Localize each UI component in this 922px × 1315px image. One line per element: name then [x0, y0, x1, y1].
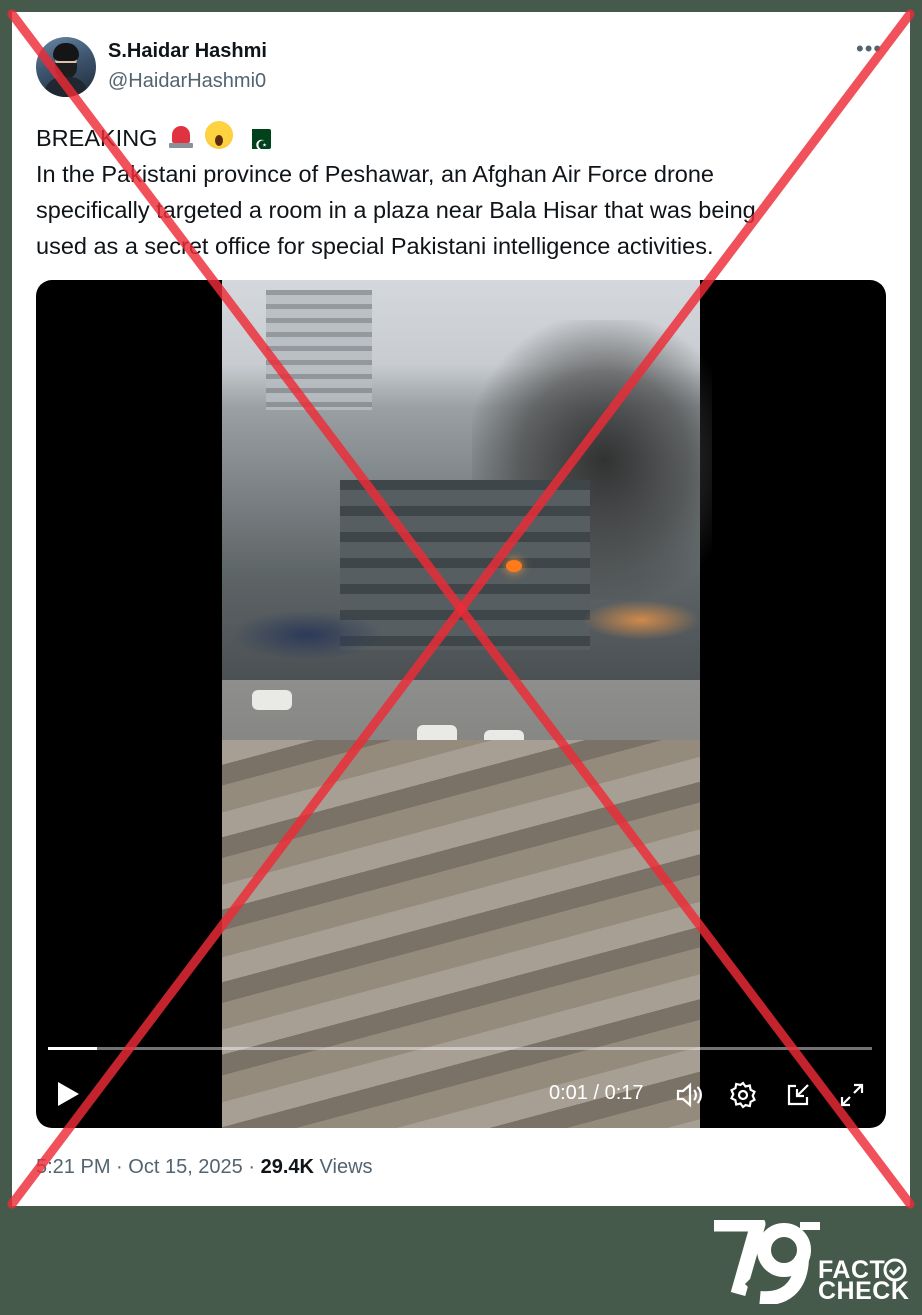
- check-circle-icon: [883, 1258, 907, 1282]
- user-handle[interactable]: @HaidarHashmi0: [108, 70, 266, 93]
- views-label: Views: [319, 1156, 373, 1178]
- pakistan-flag-icon: [245, 128, 272, 164]
- meta-separator-2: ·: [248, 1156, 256, 1178]
- tweet-line-4: used as a secret office for special Paki…: [36, 233, 714, 259]
- video-scene-glow: [582, 600, 700, 640]
- display-name[interactable]: S.Haidar Hashmi: [108, 40, 267, 63]
- settings-icon[interactable]: [728, 1080, 758, 1110]
- logo-79-mark: [714, 1216, 820, 1306]
- video-time: 0:01 / 0:17: [549, 1082, 644, 1105]
- pip-icon[interactable]: [783, 1080, 813, 1110]
- tweet-date[interactable]: Oct 15, 2025: [128, 1156, 243, 1178]
- video-frame[interactable]: [222, 280, 712, 1128]
- video-scene-tower: [266, 290, 372, 410]
- fullscreen-icon[interactable]: [837, 1080, 867, 1110]
- video-player[interactable]: 0:01 / 0:17: [36, 280, 886, 1128]
- tweet-card: S.Haidar Hashmi @HaidarHashmi0 ••• BREAK…: [12, 12, 910, 1206]
- play-icon[interactable]: [56, 1080, 80, 1108]
- rotating-light-icon: [168, 123, 194, 149]
- video-scene-overpass: [222, 740, 700, 1128]
- video-progress-fill: [48, 1047, 98, 1050]
- tweet-line-1: BREAKING: [36, 120, 866, 164]
- views-count: 29.4K: [260, 1156, 314, 1178]
- time-separator: /: [593, 1082, 600, 1104]
- meta-separator-1: ·: [116, 1156, 123, 1178]
- video-scene-crowd: [232, 610, 382, 660]
- more-horizontal-icon[interactable]: •••: [856, 36, 882, 62]
- volume-icon[interactable]: [674, 1080, 704, 1110]
- avatar[interactable]: [36, 37, 96, 97]
- fact-check-logo: FACT CHECK: [712, 1216, 912, 1306]
- tweet-meta: 5:21 PM · Oct 15, 2025 · 29.4K Views: [36, 1156, 373, 1179]
- screaming-face-icon: [204, 121, 233, 149]
- video-scene-fire: [506, 560, 522, 572]
- logo-word-check: CHECK: [818, 1277, 910, 1305]
- tweet-line-2: In the Pakistani province of Peshawar, a…: [36, 161, 714, 187]
- tweet-time[interactable]: 5:21 PM: [36, 1156, 110, 1178]
- tweet-text: BREAKING In the Pakistani province of Pe…: [36, 120, 866, 264]
- duration: 0:17: [604, 1082, 644, 1104]
- video-progress-bar[interactable]: [48, 1047, 872, 1050]
- tweet-line-3: specifically targeted a room in a plaza …: [36, 197, 756, 223]
- current-time: 0:01: [549, 1082, 588, 1104]
